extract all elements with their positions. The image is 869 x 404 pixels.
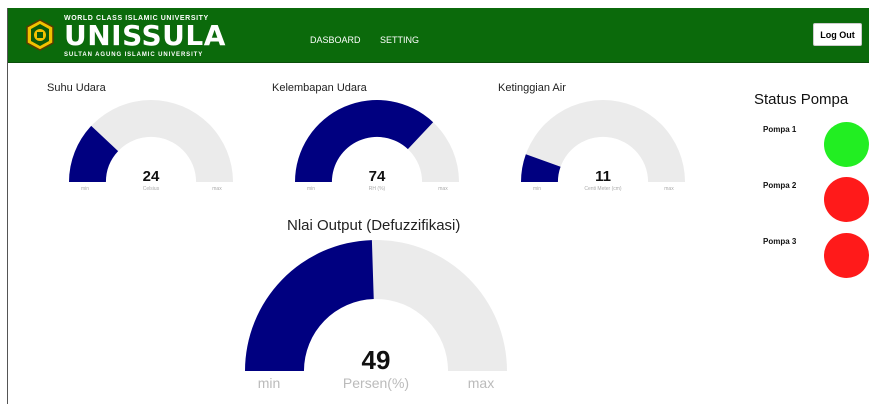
nav-link-setting[interactable]: SETTING	[380, 35, 419, 45]
gauge-min-label: min	[258, 375, 281, 391]
gauge-unit-label: RH (%)	[369, 186, 386, 192]
pompa-2-status-indicator	[824, 177, 869, 222]
gauge-min-label: min	[533, 186, 541, 192]
gauge-unit-label: Persen(%)	[343, 375, 409, 391]
gauge-output-defuzzifikasi: 49 min Persen(%) max	[245, 240, 507, 391]
gauge-ketinggian-air: 11 min Centi Meter (cm) max	[521, 100, 685, 192]
gauge-unit-label: Celsius	[143, 186, 160, 192]
gauge-title-suhu: Suhu Udara	[47, 82, 106, 94]
pompa-2-label: Pompa 2	[763, 181, 797, 190]
logout-button[interactable]: Log Out	[813, 23, 862, 46]
gauge-value: 49	[362, 345, 391, 375]
gauge-fill	[245, 240, 374, 371]
gauge-fill	[295, 100, 434, 182]
gauge-min-label: min	[307, 186, 315, 192]
gauge-value: 74	[369, 168, 386, 185]
output-gauge-title: Nlai Output (Defuzzifikasi)	[287, 217, 461, 234]
gauge-title-ketinggian: Ketinggian Air	[498, 82, 566, 94]
pompa-1-status-indicator	[824, 122, 869, 167]
gauge-title-kelembapan: Kelembapan Udara	[272, 82, 367, 94]
university-logo-icon[interactable]	[24, 19, 56, 51]
nav-link-dashboard[interactable]: DASBOARD	[310, 35, 361, 45]
gauge-kelembapan-udara: 74 min RH (%) max	[295, 100, 459, 192]
gauge-value: 11	[595, 168, 611, 185]
gauge-unit-label: Centi Meter (cm)	[584, 186, 622, 192]
pompa-3-label: Pompa 3	[763, 237, 797, 246]
gauge-max-label: max	[468, 375, 494, 391]
status-pompa-title: Status Pompa	[754, 91, 849, 108]
brand-name[interactable]: UNISSULA	[64, 21, 226, 51]
pompa-1-label: Pompa 1	[763, 125, 797, 134]
gauge-max-label: max	[438, 186, 448, 192]
gauge-value: 24	[143, 168, 160, 185]
gauge-max-label: max	[212, 186, 222, 192]
gauge-max-label: max	[664, 186, 674, 192]
pompa-3-status-indicator	[824, 233, 869, 278]
brand-tagline-bottom: SULTAN AGUNG ISLAMIC UNIVERSITY	[64, 52, 204, 58]
gauge-suhu-udara: 24 min Celsius max	[69, 100, 233, 192]
navbar: WORLD CLASS ISLAMIC UNIVERSITY UNISSULA …	[8, 8, 869, 63]
gauge-min-label: min	[81, 186, 89, 192]
